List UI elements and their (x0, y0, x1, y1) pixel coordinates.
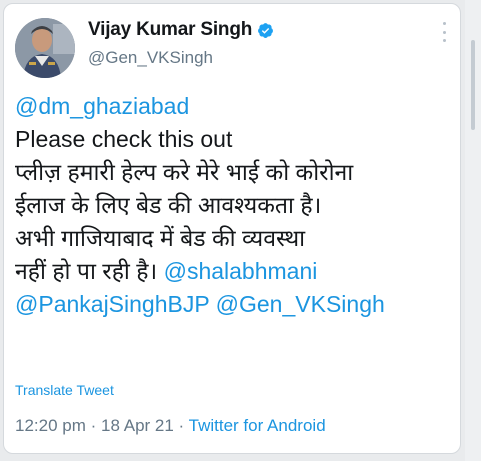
more-dot (442, 22, 446, 25)
tweet-line-2: Please check this out (15, 126, 233, 152)
tweet-card[interactable]: Vijay Kumar Singh @Gen_VKSingh @dm_ghazi… (3, 3, 461, 454)
tweet-text: @dm_ghaziabad Please check this out प्ली… (15, 90, 455, 321)
tweet-line-4: ईलाज के लिए बेड की आवश्यकता है। (15, 192, 322, 218)
tweet-line-3: प्लीज़ हमारी हेल्प करे मेरे भाई को कोरोन… (15, 159, 354, 185)
tweet-line-5: अभी गाजियाबाद में बेड की व्यवस्था (15, 225, 306, 251)
scrollbar[interactable] (465, 0, 481, 461)
tweet-line-1: @dm_ghaziabad (15, 90, 455, 123)
more-options-icon[interactable] (441, 22, 447, 42)
tweet-line-6-text: नहीं हो पा रही है। (15, 258, 158, 284)
author-handle[interactable]: @Gen_VKSingh (88, 48, 213, 68)
mention-link[interactable]: @dm_ghaziabad (15, 93, 189, 119)
verified-badge-icon (257, 22, 274, 39)
mention-link[interactable]: @PankajSinghBJP (15, 291, 209, 317)
tweet-time[interactable]: 12:20 pm (15, 416, 86, 435)
avatar-photo-icon (15, 18, 75, 78)
more-dot (442, 30, 446, 34)
mention-link[interactable]: @shalabhmani (164, 258, 318, 284)
tweet-date[interactable]: 18 Apr 21 (101, 416, 174, 435)
mention-link[interactable]: @Gen_VKSingh (216, 291, 385, 317)
tweet-line-7: @PankajSinghBJP @Gen_VKSingh (15, 288, 455, 321)
tweet-meta: 12:20 pm · 18 Apr 21 · Twitter for Andro… (15, 416, 326, 436)
tweet-line-6: नहीं हो पा रही है। @shalabhmani (15, 255, 455, 288)
more-dot (442, 39, 446, 42)
meta-separator: · (90, 416, 97, 435)
author-display-name[interactable]: Vijay Kumar Singh (88, 19, 252, 41)
translate-tweet-link[interactable]: Translate Tweet (15, 382, 114, 398)
author-name-row[interactable]: Vijay Kumar Singh (88, 17, 274, 43)
scrollbar-thumb[interactable] (471, 40, 475, 130)
avatar[interactable] (15, 18, 75, 78)
meta-separator: · (178, 416, 185, 435)
tweet-source-link[interactable]: Twitter for Android (189, 416, 326, 435)
